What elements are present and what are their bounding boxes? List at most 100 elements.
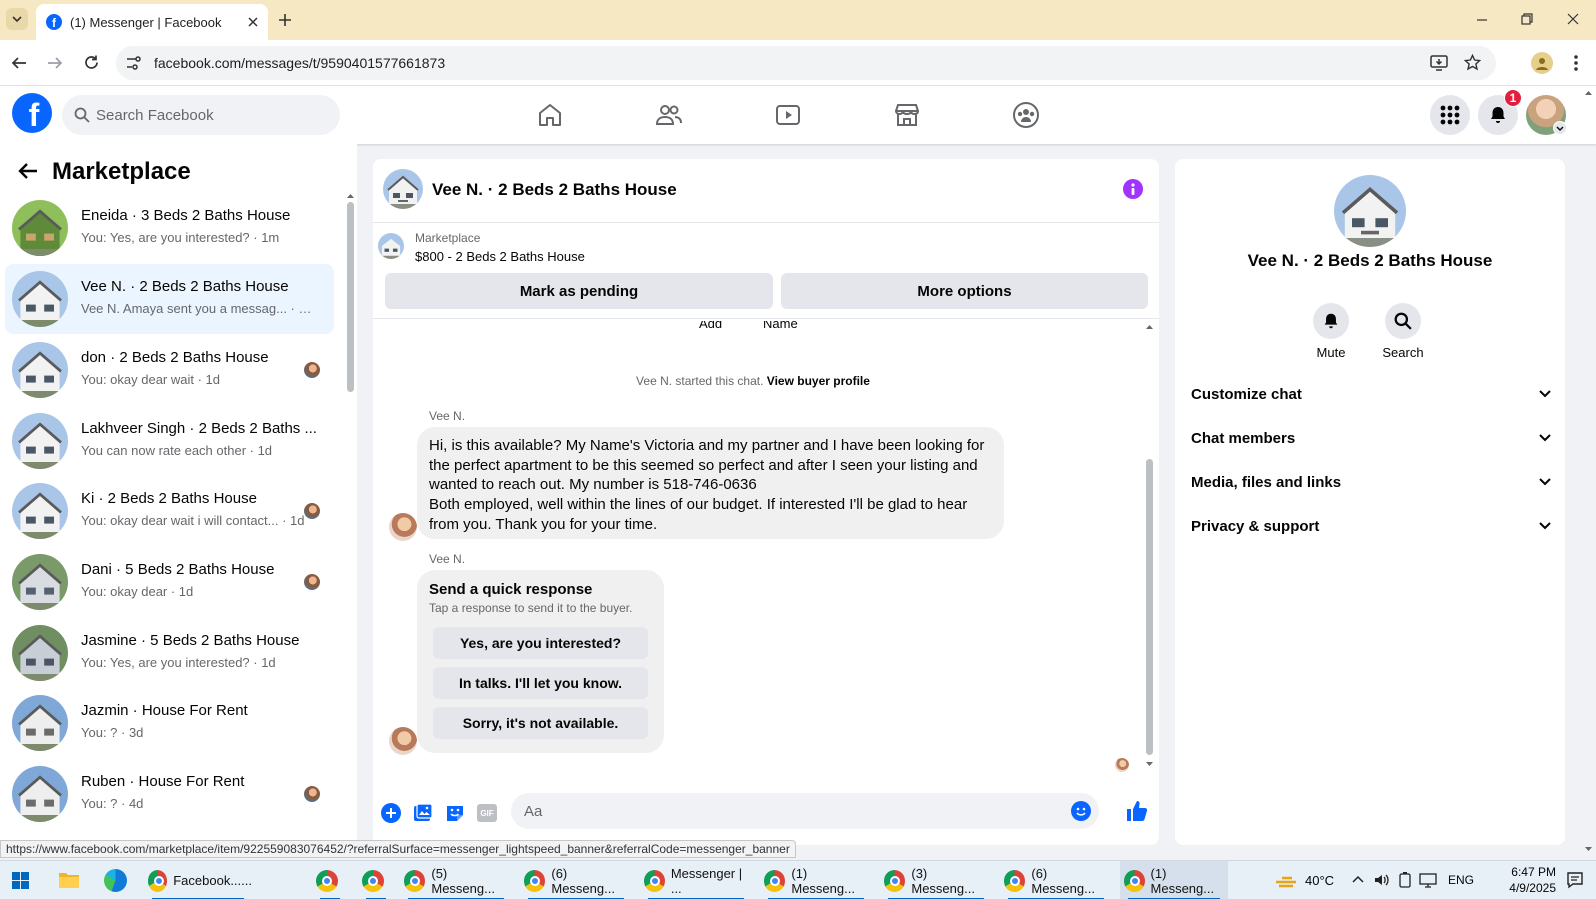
forward-arrow-icon[interactable]	[47, 55, 63, 71]
nav-marketplace[interactable]	[877, 96, 937, 134]
friends-icon	[655, 105, 682, 125]
quick-response-not-available-button[interactable]: Sorry, it's not available.	[433, 707, 648, 739]
taskbar-app-button[interactable]: (3) Messeng...	[880, 861, 992, 899]
nav-video[interactable]	[758, 96, 818, 134]
conversation-item[interactable]: Vee N. · 2 Beds 2 Baths House Vee N. Amay…	[5, 264, 334, 334]
menu-dots-icon[interactable]	[1574, 54, 1578, 72]
message-bubble[interactable]: Hi, is this available? My Name's Victori…	[417, 427, 1004, 539]
conversation-name: Ruben · House For Rent	[81, 773, 245, 790]
scroll-down-icon[interactable]	[1145, 761, 1154, 767]
nav-friends[interactable]	[639, 96, 699, 134]
quick-response-in-talks-button[interactable]: In talks. I'll let you know.	[433, 667, 648, 699]
facebook-header: f Search Facebook 1	[0, 86, 1596, 144]
battery-icon[interactable]	[1398, 872, 1412, 888]
conversation-item[interactable]: Lakhveer Singh · 2 Beds 2 Baths ... You c…	[5, 406, 334, 476]
taskbar-app-button[interactable]	[358, 861, 394, 899]
taskbar-app-button[interactable]: (5) Messeng...	[400, 861, 512, 899]
nav-groups[interactable]	[996, 96, 1056, 134]
more-options-button[interactable]: More options	[781, 273, 1148, 309]
taskbar-app-button[interactable]: (6) Messeng...	[1000, 861, 1112, 899]
conversation-item[interactable]: Eneida · 3 Beds 2 Baths House You: Yes, a…	[5, 193, 334, 263]
taskbar-app-button[interactable]: (6) Messeng...	[520, 861, 632, 899]
browser-tab-active[interactable]: f (1) Messenger | Facebook	[36, 4, 268, 40]
taskbar-app-button[interactable]	[312, 861, 348, 899]
search-conversation-button[interactable]	[1385, 303, 1421, 339]
photo-icon[interactable]	[413, 803, 433, 823]
reload-icon[interactable]	[83, 54, 100, 71]
mute-button[interactable]	[1313, 303, 1349, 339]
taskbar-app-button[interactable]: (1) Messeng...	[1120, 861, 1228, 899]
taskbar-app-button[interactable]: Facebook......	[144, 861, 252, 899]
clock[interactable]: 6:47 PM 4/9/2025	[1486, 864, 1556, 896]
customize-chat-section[interactable]: Customize chat	[1191, 383, 1551, 405]
chat-members-section[interactable]: Chat members	[1191, 427, 1551, 449]
chevron-up-icon[interactable]	[1352, 875, 1364, 883]
mute-label: Mute	[1316, 345, 1346, 360]
conversation-item[interactable]: Jazmin · House For Rent You: ? · 3d	[5, 688, 334, 758]
install-app-icon[interactable]	[1430, 55, 1448, 71]
facebook-logo-icon[interactable]: f	[12, 93, 52, 133]
chat-avatar[interactable]	[383, 169, 423, 209]
mark-as-pending-button[interactable]: Mark as pending	[385, 273, 773, 309]
conversation-item[interactable]: Dani · 5 Beds 2 Baths House You: okay dea…	[5, 547, 334, 617]
message-input[interactable]: Aa	[511, 793, 1099, 829]
read-receipt-avatar	[304, 503, 320, 519]
scrollbar-thumb[interactable]	[347, 202, 354, 392]
scroll-up-icon[interactable]	[1145, 324, 1154, 330]
contact-avatar[interactable]	[1334, 175, 1406, 247]
nav-home[interactable]	[520, 96, 580, 134]
conversation-item[interactable]: Jasmine · 5 Beds 2 Baths House You: Yes, …	[5, 618, 334, 688]
volume-icon[interactable]	[1374, 872, 1390, 888]
scrollbar-thumb[interactable]	[1146, 459, 1153, 755]
menu-button[interactable]	[1430, 95, 1470, 135]
quick-response-yes-button[interactable]: Yes, are you interested?	[433, 627, 648, 659]
input-language[interactable]: ENG	[1448, 873, 1474, 887]
notification-center-icon[interactable]	[1566, 871, 1584, 889]
profile-icon[interactable]	[1531, 52, 1553, 74]
weather-icon[interactable]	[1274, 870, 1298, 890]
media-files-links-section[interactable]: Media, files and links	[1191, 471, 1551, 493]
conversation-item[interactable]: Ruben · House For Rent You: ? · 4d	[5, 759, 334, 829]
page-scroll-up-icon[interactable]	[1584, 90, 1593, 96]
window-close-icon[interactable]	[1567, 13, 1579, 25]
info-icon[interactable]	[1123, 179, 1143, 199]
emoji-icon[interactable]	[1071, 801, 1091, 821]
back-arrow-icon[interactable]	[11, 55, 27, 71]
restore-icon[interactable]	[1521, 13, 1533, 25]
view-buyer-profile-link[interactable]: View buyer profile	[767, 374, 870, 388]
edge-browser-icon[interactable]	[104, 869, 127, 892]
file-explorer-icon[interactable]	[58, 870, 80, 890]
read-receipt-avatar	[1115, 758, 1129, 772]
windows-start-icon[interactable]	[12, 872, 29, 889]
plus-icon[interactable]	[381, 803, 401, 823]
taskbar-app-button[interactable]: Messenger | ...	[640, 861, 752, 899]
scroll-up-icon[interactable]	[346, 193, 355, 199]
page-scroll-down-icon[interactable]	[1584, 846, 1593, 852]
sender-avatar[interactable]	[389, 513, 417, 541]
conversation-preview: You: ? · 3d	[81, 725, 144, 740]
sticker-icon[interactable]	[445, 803, 465, 823]
bookmark-star-icon[interactable]	[1464, 54, 1481, 71]
facebook-search-input[interactable]: Search Facebook	[62, 95, 340, 135]
network-icon[interactable]	[1419, 872, 1437, 888]
listing-banner[interactable]: Marketplace $800 - 2 Beds 2 Baths House …	[373, 223, 1159, 319]
gif-icon[interactable]: GIF	[477, 804, 497, 822]
message-line: the perfect apartment to be this seemed …	[429, 456, 978, 474]
tab-search-button[interactable]	[6, 8, 28, 30]
sender-avatar[interactable]	[389, 727, 417, 755]
taskbar-app-button[interactable]: (1) Messeng...	[760, 861, 872, 899]
browser-toolbar: facebook.com/messages/t/9590401577661873	[0, 40, 1596, 86]
close-icon[interactable]	[248, 17, 258, 27]
chrome-icon	[644, 869, 665, 892]
thumbs-up-icon[interactable]	[1125, 799, 1149, 823]
address-bar[interactable]: facebook.com/messages/t/9590401577661873	[116, 46, 1496, 80]
conversation-item[interactable]: Ki · 2 Beds 2 Baths House You: okay dear …	[5, 476, 334, 546]
conversation-item[interactable]: don · 2 Beds 2 Baths House You: okay dear…	[5, 335, 334, 405]
site-settings-icon[interactable]	[126, 56, 142, 70]
privacy-support-section[interactable]: Privacy & support	[1191, 515, 1551, 537]
conversation-avatar	[12, 766, 68, 822]
back-arrow-icon[interactable]	[18, 162, 38, 180]
account-chevron-icon[interactable]	[1553, 121, 1567, 135]
new-tab-icon[interactable]	[278, 13, 292, 27]
minimize-icon[interactable]	[1476, 14, 1488, 26]
